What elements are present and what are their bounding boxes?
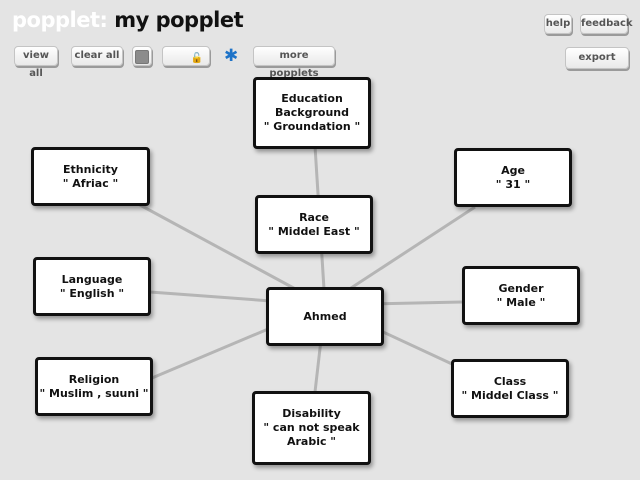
language-line-0: Language (61, 272, 123, 286)
center-line-0: Ahmed (303, 309, 347, 323)
education-line-1: Background (274, 106, 350, 119)
gender-line-1: " Male " (496, 295, 546, 309)
popplet-education[interactable]: Education Background " Groundation " (253, 77, 371, 149)
popplet-gender[interactable]: Gender " Male " (462, 266, 580, 325)
class-line-1: " Middel Class " (461, 388, 559, 402)
education-line-0: Education (281, 92, 343, 105)
popplet-race[interactable]: Race " Middel East " (255, 195, 373, 254)
popplet-disability[interactable]: Disability " can not speak Arabic " (252, 391, 371, 465)
popplet-language[interactable]: Language " English " (33, 257, 151, 316)
age-line-1: " 31 " (495, 177, 531, 191)
popplet-class[interactable]: Class " Middel Class " (451, 359, 569, 418)
education-line-2: " Groundation " (263, 120, 361, 133)
popplet-religion[interactable]: Religion " Muslim , suuni " (35, 357, 153, 416)
religion-line-1: " Muslim , suuni " (39, 386, 149, 400)
ethnicity-line-0: Ethnicity (63, 162, 118, 176)
popplet-ethnicity[interactable]: Ethnicity " Afriac " (31, 147, 150, 206)
ethnicity-line-1: " Afriac " (62, 176, 119, 190)
race-line-1: " Middel East " (268, 224, 360, 238)
disability-line-1: " can not speak (263, 421, 360, 434)
gender-line-0: Gender (498, 281, 544, 295)
language-line-1: " English " (59, 286, 125, 300)
class-line-0: Class (493, 374, 527, 388)
popplet-center[interactable]: Ahmed (266, 287, 384, 346)
disability-line-0: Disability (282, 407, 341, 420)
religion-line-0: Religion (68, 372, 120, 386)
popplet-age[interactable]: Age " 31 " (454, 148, 572, 207)
race-line-0: Race (299, 210, 329, 224)
disability-line-2: Arabic " (286, 435, 337, 448)
age-line-0: Age (501, 163, 525, 177)
